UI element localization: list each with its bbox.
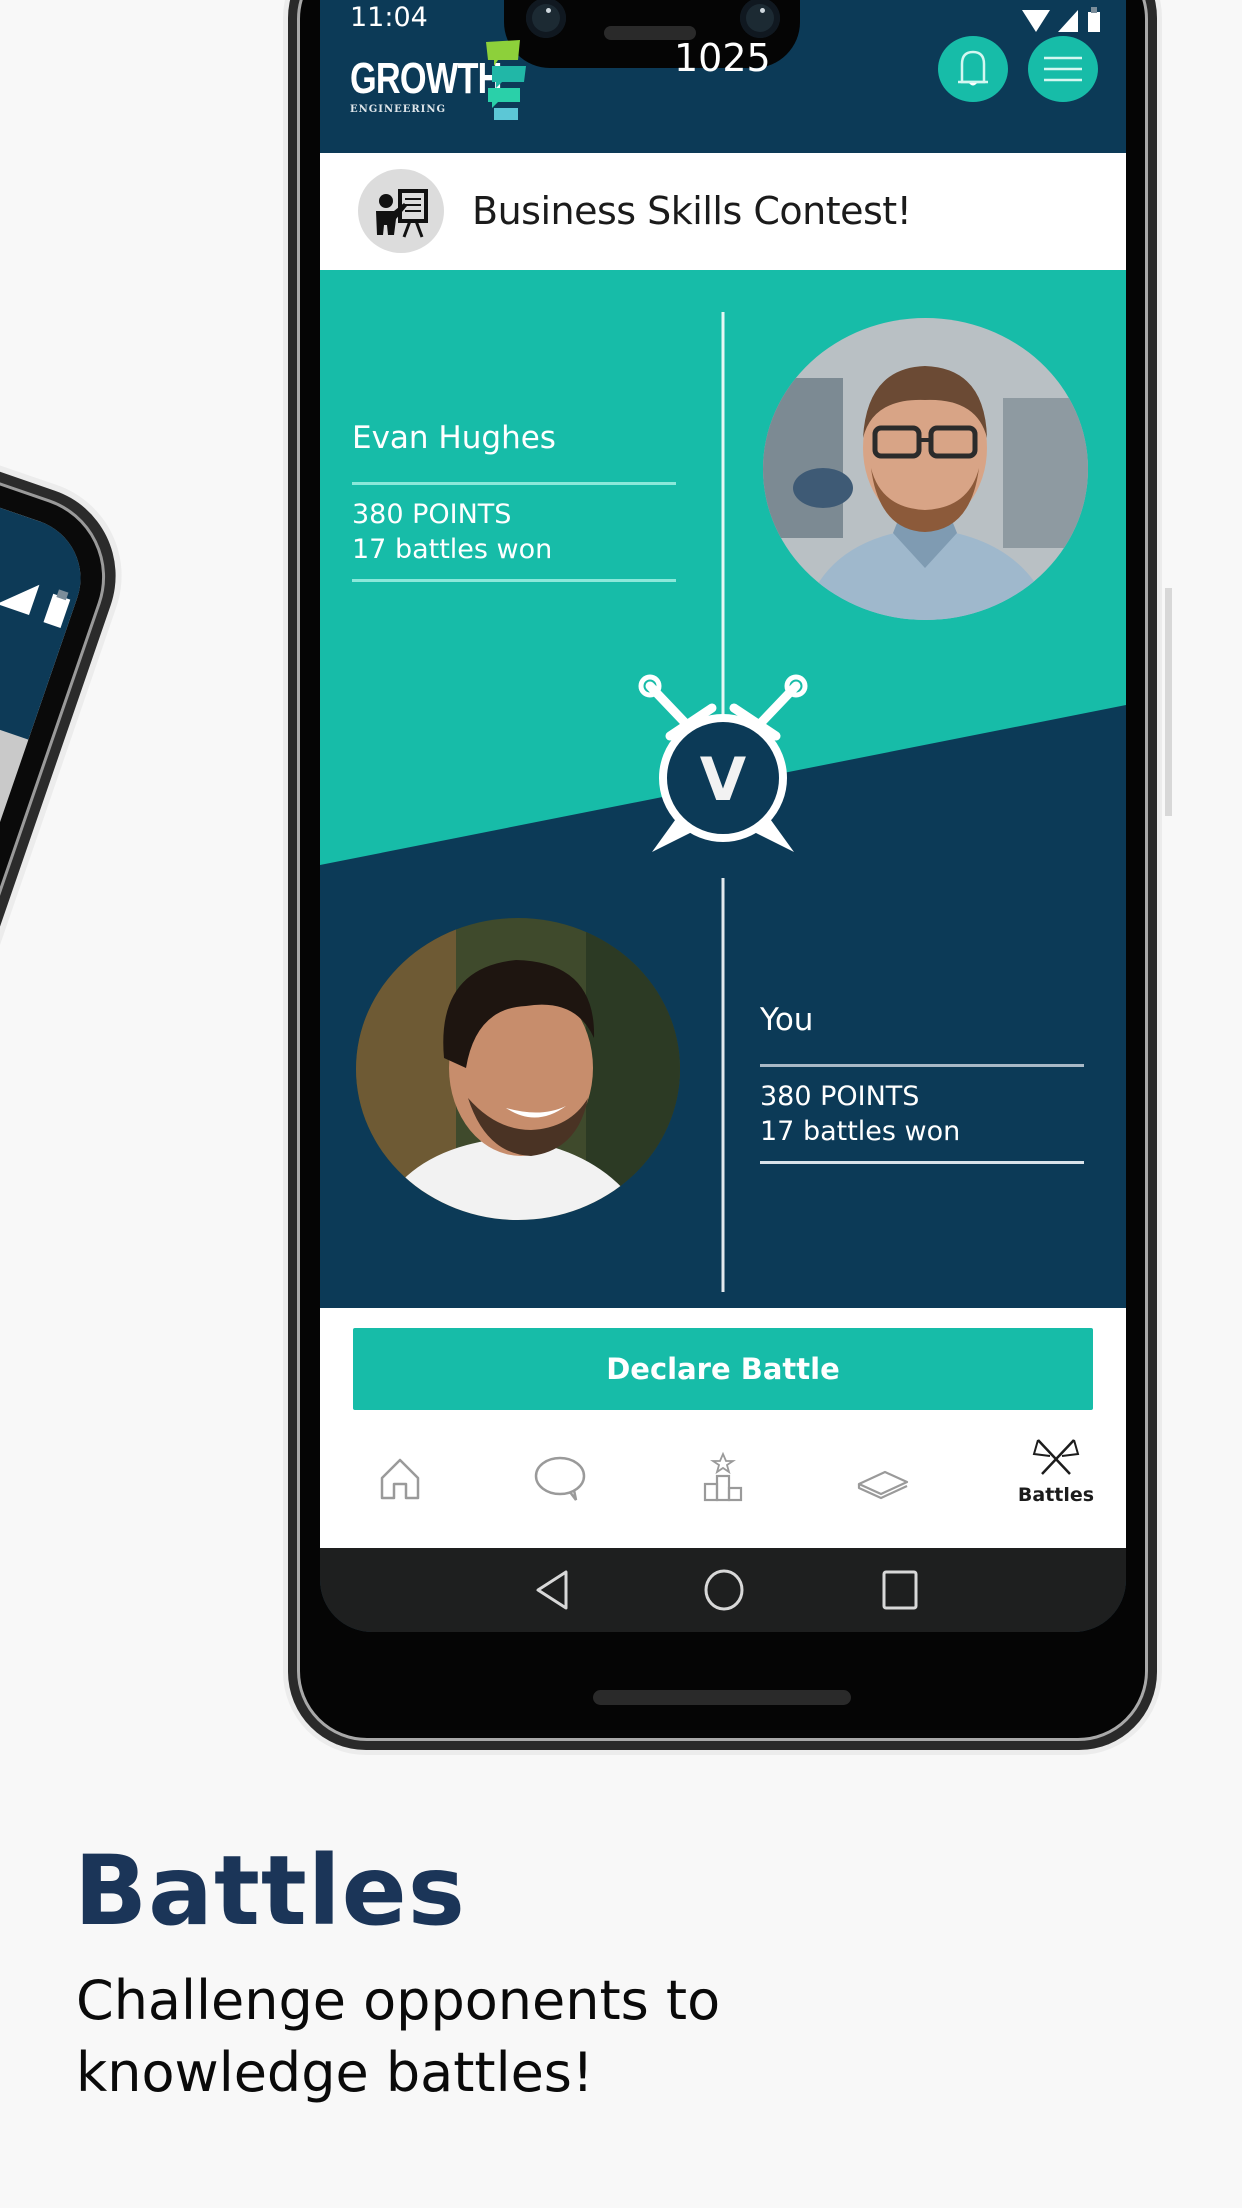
secondary-phone-mockup <box>0 272 140 1939</box>
contest-title: Business Skills Contest! <box>472 189 912 233</box>
feature-subtitle-line-1: Challenge opponents to <box>76 1969 721 2032</box>
bell-icon <box>958 50 988 86</box>
main-phone-mockup: 11:04 GROWTH ENGINEERING 1025 Business S… <box>288 0 1172 1750</box>
opponent-photo <box>763 318 1088 620</box>
player-name: You <box>760 1002 814 1038</box>
side-button <box>1165 588 1172 816</box>
versus-letter: V <box>700 745 747 815</box>
speech-bubbles-logo-icon <box>486 40 526 120</box>
opponent-name: Evan Hughes <box>352 420 556 456</box>
player-avatar[interactable] <box>356 918 680 1220</box>
contest-icon-badge <box>358 169 444 253</box>
player-info: You 380 POINTS 17 battles won <box>760 1002 1084 1164</box>
nav-home[interactable] <box>360 1448 440 1518</box>
score-counter: 1025 <box>674 36 771 80</box>
logo-text: GROWTH <box>350 54 502 103</box>
opponent-points: 380 POINTS <box>352 499 512 530</box>
divider <box>352 579 676 582</box>
divider <box>352 482 676 485</box>
presentation-board-icon <box>376 189 428 238</box>
nav-chat[interactable] <box>520 1448 600 1518</box>
crossed-swords-shield-icon: V <box>638 674 808 852</box>
feature-title: Battles <box>74 1835 466 1947</box>
player-battles-won: 17 battles won <box>760 1116 961 1147</box>
contest-banner[interactable]: Business Skills Contest! <box>320 153 1126 270</box>
nav-library[interactable] <box>843 1448 923 1518</box>
nav-battles-label: Battles <box>1017 1484 1095 1506</box>
leaderboard-podium-icon <box>703 1451 743 1502</box>
back-icon[interactable] <box>532 1566 572 1614</box>
player-photo <box>356 918 680 1220</box>
main-menu-button[interactable] <box>1028 36 1098 102</box>
nav-battles[interactable]: Battles <box>1006 1434 1106 1534</box>
logo-subtext: ENGINEERING <box>350 104 447 115</box>
hamburger-menu-icon <box>1044 56 1082 82</box>
home-icon <box>380 1458 420 1500</box>
player-points: 380 POINTS <box>760 1081 920 1112</box>
crossed-flags-icon <box>1032 1439 1080 1475</box>
feature-subtitle: Challenge opponents to knowledge battles… <box>76 1965 976 2109</box>
opponent-info: Evan Hughes 380 POINTS 17 battles won <box>352 420 676 582</box>
home-indicator <box>593 1690 851 1705</box>
declare-battle-button[interactable]: Declare Battle <box>353 1328 1093 1410</box>
book-icon <box>857 1470 909 1500</box>
app-header: GROWTH ENGINEERING 1025 <box>320 0 1126 153</box>
cellular-signal-icon <box>0 584 40 616</box>
system-navigation-bar <box>320 1548 1126 1632</box>
feature-subtitle-line-2: knowledge battles! <box>76 2041 594 2104</box>
declare-battle-label: Declare Battle <box>606 1352 840 1386</box>
opponent-battles-won: 17 battles won <box>352 534 553 565</box>
phone-screen <box>0 315 97 1896</box>
growth-engineering-logo[interactable]: GROWTH ENGINEERING <box>350 40 526 120</box>
chat-bubble-icon <box>534 1456 586 1501</box>
recents-icon[interactable] <box>880 1566 920 1614</box>
home-circle-icon[interactable] <box>702 1566 746 1614</box>
bottom-panel: Declare Battle Battles <box>320 1308 1126 1548</box>
nav-leaderboard[interactable] <box>683 1448 763 1518</box>
versus-emblem: V <box>630 666 816 856</box>
divider <box>760 1064 1084 1067</box>
opponent-avatar[interactable] <box>763 318 1088 620</box>
divider <box>760 1161 1084 1164</box>
bottom-navigation: Battles <box>320 1428 1126 1538</box>
notifications-button[interactable] <box>938 36 1008 102</box>
battle-versus-panel: Evan Hughes 380 POINTS 17 battles won V … <box>320 270 1126 1308</box>
app-screen: 11:04 GROWTH ENGINEERING 1025 Business S… <box>320 0 1126 1632</box>
